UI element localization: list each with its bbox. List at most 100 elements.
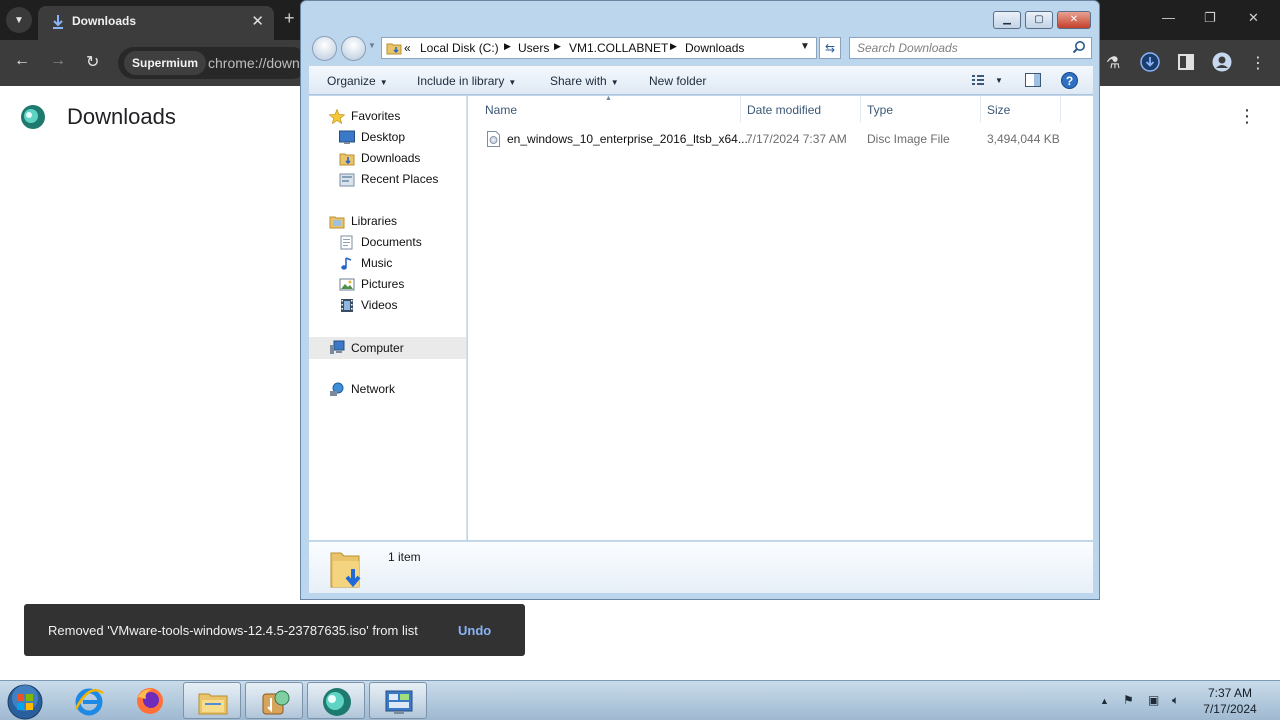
profile-avatar-icon[interactable]	[1212, 52, 1232, 72]
item-count: 1 item	[388, 550, 421, 564]
breadcrumb-downloads[interactable]: Downloads	[685, 41, 744, 55]
nav-label: Videos	[361, 298, 398, 312]
nav-computer[interactable]: Computer	[309, 337, 466, 359]
pictures-icon	[339, 278, 355, 291]
taskbar-clock[interactable]: 7:37 AM 7/17/2024	[1200, 685, 1260, 717]
tab-close-icon[interactable]: ✕	[251, 12, 264, 30]
reload-icon[interactable]: ↻	[86, 52, 99, 72]
taskbar-explorer[interactable]	[183, 682, 241, 719]
column-divider[interactable]	[980, 96, 981, 122]
share-with-button[interactable]: Share with ▼	[550, 74, 619, 88]
breadcrumb-arrow-icon[interactable]: ▶	[504, 41, 511, 52]
refresh-button[interactable]: ⇆	[819, 37, 841, 59]
file-name: en_windows_10_enterprise_2016_ltsb_x64..…	[507, 132, 748, 146]
chevron-down-icon: ▼	[14, 14, 24, 26]
organize-button[interactable]: Organize ▼	[327, 74, 388, 88]
desktop-icon	[339, 130, 355, 144]
network-icon	[330, 382, 344, 396]
taskbar-media-app[interactable]	[245, 682, 303, 719]
column-divider[interactable]	[860, 96, 861, 122]
recent-places-icon	[339, 173, 355, 187]
dropdown-arrow-icon: ▼	[379, 78, 388, 87]
details-pane: 1 item	[309, 541, 1093, 593]
music-note-icon	[341, 257, 352, 270]
video-film-icon	[341, 299, 353, 312]
volume-muted-icon[interactable]: 🔈︎	[1172, 693, 1179, 708]
network-tray-icon[interactable]: ▣	[1148, 693, 1159, 707]
chrome-menu-icon[interactable]: ⋮	[1250, 53, 1266, 73]
breadcrumb-user-folder[interactable]: VM1.COLLABNET	[569, 41, 668, 55]
help-icon[interactable]: ?	[1061, 72, 1078, 89]
nav-label: Libraries	[351, 214, 398, 228]
downloads-toolbar-icon[interactable]	[1140, 52, 1160, 72]
search-icon[interactable]	[1072, 40, 1086, 54]
undo-button[interactable]: Undo	[458, 623, 491, 638]
column-header-date-modified[interactable]: Date modified	[747, 103, 821, 117]
explorer-maximize-button[interactable]: ▢	[1025, 11, 1053, 29]
taskbar-firefox[interactable]	[121, 682, 179, 719]
firefox-icon	[137, 688, 163, 714]
minimize-icon[interactable]: —	[1162, 10, 1175, 25]
omnibox[interactable]: Supermium chrome://downloads	[118, 47, 333, 79]
star-icon	[329, 109, 345, 124]
address-dropdown-icon[interactable]: ▼	[800, 41, 810, 52]
forward-arrow-icon[interactable]: →	[50, 52, 66, 70]
more-actions-icon[interactable]: ⋮	[1238, 106, 1256, 127]
close-window-icon[interactable]: ✕	[1248, 10, 1259, 26]
column-header-type[interactable]: Type	[867, 103, 893, 117]
taskbar-supermium[interactable]	[307, 682, 365, 719]
preview-pane-icon[interactable]	[1025, 73, 1041, 87]
explorer-close-button[interactable]: ✕	[1057, 11, 1091, 29]
breadcrumb-local-disk[interactable]: Local Disk (C:)	[420, 41, 499, 55]
search-downloads-input[interactable]: Search Downloads	[849, 37, 1092, 59]
file-size: 3,494,044 KB	[987, 132, 1060, 146]
action-center-flag-icon[interactable]: ⚑	[1123, 693, 1134, 707]
include-in-library-button[interactable]: Include in library ▼	[417, 74, 516, 88]
supermium-logo-icon	[323, 688, 351, 716]
recent-pages-icon[interactable]: ▼	[368, 41, 376, 50]
new-tab-icon[interactable]: +	[284, 8, 295, 29]
caption-buttons: ▁ ▢ ✕	[993, 11, 1091, 29]
show-hidden-icons-icon[interactable]: ▲	[1100, 696, 1109, 706]
side-panel-icon[interactable]	[1178, 54, 1194, 70]
address-bar[interactable]: « Local Disk (C:) ▶ Users ▶ VM1.COLLABNE…	[381, 37, 817, 59]
column-header-size[interactable]: Size	[987, 103, 1010, 117]
breadcrumb-arrow-icon[interactable]: ▶	[554, 41, 561, 52]
restore-icon[interactable]: ❐	[1204, 10, 1216, 26]
lab-flask-icon[interactable]: ⚗	[1106, 53, 1120, 73]
explorer-back-button[interactable]	[312, 36, 337, 61]
page-title: Downloads	[67, 104, 176, 129]
nav-label: Network	[351, 382, 396, 396]
explorer-forward-button[interactable]	[341, 36, 366, 61]
column-header-name[interactable]: Name	[485, 103, 517, 117]
new-folder-button[interactable]: New folder	[649, 74, 706, 88]
file-date-modified: 7/17/2024 7:37 AM	[746, 132, 847, 146]
downloads-folder-icon	[339, 153, 355, 166]
taskbar-control-panel[interactable]	[369, 682, 427, 719]
nav-label: Documents	[361, 235, 422, 249]
file-row[interactable]: en_windows_10_enterprise_2016_ltsb_x64..…	[482, 129, 1082, 149]
start-orb-icon[interactable]	[6, 683, 44, 720]
chrome-tab-downloads[interactable]: Downloads ✕	[38, 6, 274, 40]
breadcrumb-arrow-icon[interactable]: ▶	[670, 41, 677, 52]
explorer-minimize-button[interactable]: ▁	[993, 11, 1021, 29]
back-arrow-icon[interactable]: ←	[14, 52, 30, 70]
downloads-folder-large-icon	[330, 552, 361, 588]
column-divider[interactable]	[740, 96, 741, 122]
nav-label: Recent Places	[361, 172, 439, 186]
change-view-icon[interactable]	[971, 73, 985, 87]
site-chip[interactable]: Supermium	[124, 51, 207, 75]
tab-search-button[interactable]: ▼	[6, 7, 32, 33]
column-divider[interactable]	[1060, 96, 1061, 122]
explorer-window: ▁ ▢ ✕ ▼ « Local Disk (C:) ▶ Users ▶ VM1.…	[300, 0, 1100, 600]
breadcrumb-users[interactable]: Users	[518, 41, 549, 55]
sort-ascending-icon: ▲	[605, 95, 612, 102]
organize-label: Organize	[327, 74, 376, 88]
documents-icon	[340, 235, 353, 250]
taskbar-internet-explorer[interactable]	[60, 682, 118, 719]
removed-toast: Removed 'VMware-tools-windows-12.4.5-237…	[24, 604, 525, 656]
breadcrumb-overflow[interactable]: «	[404, 41, 411, 55]
nav-label: Pictures	[361, 277, 405, 291]
view-options-dropdown-icon[interactable]: ▼	[995, 76, 1003, 85]
nav-label: Computer	[351, 341, 404, 355]
